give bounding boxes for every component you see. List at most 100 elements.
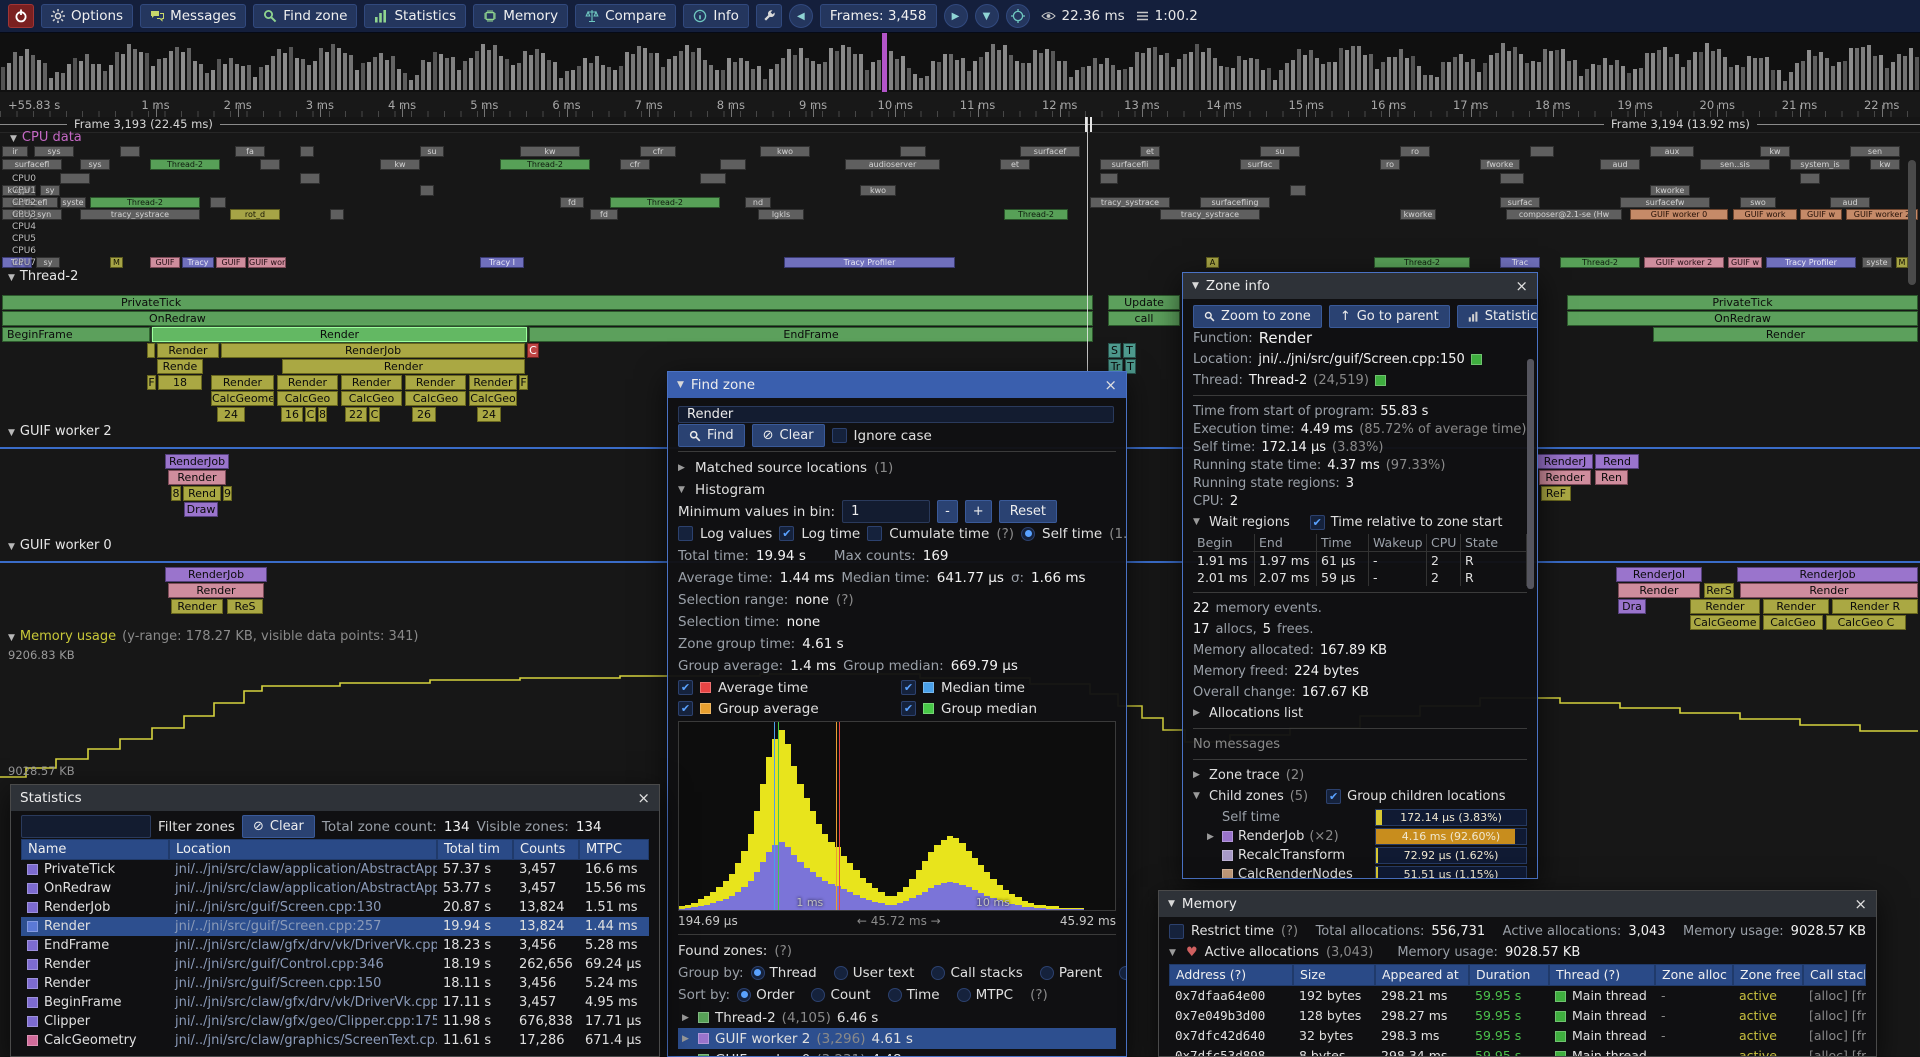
group-by-radio[interactable]	[1040, 966, 1054, 980]
minimap-frame-bar[interactable]	[103, 71, 107, 90]
min-bin-input[interactable]	[842, 500, 930, 523]
frame-label-right[interactable]: Frame 3,194 (13.92 ms)	[1604, 117, 1757, 132]
minimap-frame-bar[interactable]	[1321, 64, 1325, 90]
minimap-frame-bar[interactable]	[823, 62, 827, 90]
timeline-zone-render-r[interactable]: Render R	[1832, 599, 1918, 614]
allocation-address[interactable]: 0x7dfaa64e00	[1169, 986, 1293, 1006]
timeline-zone-update[interactable]: Update	[1108, 295, 1180, 310]
minimap-frame-bar[interactable]	[151, 66, 155, 90]
minimap-frame-bar[interactable]	[457, 70, 461, 90]
minimap-frame-bar[interactable]	[295, 58, 299, 90]
timeline-zone-draw[interactable]: Draw	[184, 502, 218, 517]
timeline-zone-call[interactable]: call	[1108, 311, 1180, 326]
minimap-frame-bar[interactable]	[1021, 63, 1025, 90]
stats-row-name[interactable]: Render	[21, 955, 169, 974]
minimap-frame-bar[interactable]	[1405, 58, 1409, 90]
stats-row-location[interactable]: jni/../jni/src/claw/application/Abstract…	[169, 860, 437, 879]
minimap-frame-bar[interactable]	[1333, 62, 1337, 90]
location-value[interactable]: jni/../jni/src/guif/Screen.cpp:150	[1258, 352, 1464, 367]
zone-statistics-button[interactable]: Statistics	[1457, 305, 1537, 328]
minimap-frame-bar[interactable]	[1879, 55, 1883, 90]
cpu-segment-swo[interactable]: swo	[1740, 197, 1776, 208]
group-by-radio[interactable]	[1119, 966, 1126, 980]
next-frame-button[interactable]: ▶	[944, 4, 968, 28]
minimap-frame-bar[interactable]	[661, 67, 665, 90]
minimap-frame-bar[interactable]	[157, 59, 161, 90]
minimap-frame-bar[interactable]	[1681, 67, 1685, 90]
cpu-segment-syste[interactable]: syste	[60, 197, 86, 208]
timeline-zone-calcgeome[interactable]: CalcGeome	[1690, 615, 1760, 630]
stats-row-name[interactable]: OnRedraw	[21, 879, 169, 898]
timeline-zone-render[interactable]: Render	[168, 470, 226, 485]
restrict-time-checkbox[interactable]	[1169, 924, 1184, 939]
power-button[interactable]	[8, 4, 34, 28]
minimap-frame-bar[interactable]	[1117, 70, 1121, 90]
cpu-segment-sen-sis[interactable]: sen..sis	[1700, 159, 1770, 170]
cpu-segment-aux[interactable]: aux	[1650, 146, 1694, 157]
minimap-frame-bar[interactable]	[1231, 68, 1235, 90]
wait-column-header-wakeup[interactable]: Wakeup	[1369, 534, 1427, 552]
minimap-frame-bar[interactable]	[1375, 69, 1379, 90]
minimap-frame-bar[interactable]	[145, 53, 149, 90]
minimap-frame-bar[interactable]	[703, 60, 707, 90]
cpu-segment-ro[interactable]: ro	[1400, 146, 1430, 157]
minimap-frame-bar[interactable]	[85, 54, 89, 90]
minimap-frame-bar[interactable]	[1015, 61, 1019, 90]
timeline-zone-renderjol[interactable]: RenderJol	[1616, 567, 1702, 582]
minimap-frame-bar[interactable]	[1915, 57, 1919, 90]
cpu-segment-et[interactable]: et	[1000, 159, 1030, 170]
minimap-frame-bar[interactable]	[721, 70, 725, 90]
cpu-segment-kworke[interactable]: kworke	[1650, 185, 1690, 196]
minimap-frame-bar[interactable]	[1261, 70, 1265, 90]
collapse-icon[interactable]: ▼	[8, 633, 15, 643]
timeline-zone-c[interactable]: C	[527, 343, 539, 358]
group-by-option-parent[interactable]: Parent	[1040, 965, 1102, 981]
minimap-frame-bar[interactable]	[1027, 63, 1031, 91]
minimap-frame-bar[interactable]	[43, 63, 47, 90]
minimap-frame-bar[interactable]	[1663, 47, 1667, 90]
minimap-frame-bar[interactable]	[865, 70, 869, 90]
minimap-frame-bar[interactable]	[1813, 56, 1817, 90]
minimap-frame-bar[interactable]	[331, 44, 335, 90]
minimap-frame-bar[interactable]	[73, 58, 77, 90]
cpu-segment-su[interactable]: su	[1260, 146, 1300, 157]
minimap-frame-bar[interactable]	[1831, 66, 1835, 90]
cpu-segment-surfacefling[interactable]: surfacefling	[1200, 197, 1270, 208]
child-zone-self-time[interactable]: Self time172.14 μs (3.83%)	[1193, 808, 1527, 827]
cpu-segment-guif[interactable]: GUIF	[150, 257, 180, 268]
minimap-frame-bar[interactable]	[1765, 57, 1769, 90]
cpu-segment[interactable]	[1100, 173, 1118, 184]
minimap-frame-bar[interactable]	[193, 61, 197, 90]
timeline-zone-onredraw[interactable]: OnRedraw	[2, 311, 1093, 326]
minimap-frame-bar[interactable]	[1387, 57, 1391, 90]
minimap-frame-bar[interactable]	[1459, 54, 1463, 90]
minimap-frame-bar[interactable]	[601, 65, 605, 90]
cpu-segment[interactable]	[300, 173, 320, 184]
minimap-frame-bar[interactable]	[1777, 70, 1781, 90]
minimap-frame-bar[interactable]	[25, 49, 29, 90]
minimap-frame-bar[interactable]	[1177, 59, 1181, 90]
allocation-call-stack[interactable]: [alloc] [free]	[1803, 1046, 1866, 1056]
minimap-frame-bar[interactable]	[1357, 46, 1361, 91]
group-children-checkbox[interactable]: ✔	[1326, 789, 1341, 804]
stats-row-location[interactable]: jni/../jni/src/guif/Screen.cpp:257	[169, 917, 437, 936]
minimap-frame-bar[interactable]	[877, 60, 881, 90]
minimap-frame-bar[interactable]	[493, 45, 497, 90]
minimap-frame-bar[interactable]	[115, 52, 119, 90]
cpu-segment-rot-d[interactable]: rot_d	[230, 209, 280, 220]
cpu-segment-sys[interactable]: sys	[80, 159, 110, 170]
minimap-frame-bar[interactable]	[1465, 62, 1469, 90]
minimap-frame-bar[interactable]	[1123, 69, 1127, 90]
minimap-frame-bar[interactable]	[751, 69, 755, 90]
minimap-frame-bar[interactable]	[745, 61, 749, 90]
cpu-segment-surfacef[interactable]: surfacef	[1020, 146, 1080, 157]
stats-row-name[interactable]: EndFrame	[21, 936, 169, 955]
minimap-frame-bar[interactable]	[1609, 65, 1613, 90]
minimap-frame-bar[interactable]	[1843, 61, 1847, 90]
group-by-option-no-grouping[interactable]: No grouping	[1119, 965, 1126, 981]
minimap-frame-bar[interactable]	[307, 65, 311, 90]
minimap-frame-bar[interactable]	[1129, 67, 1133, 90]
minimap-frame-bar[interactable]	[985, 52, 989, 90]
stats-row-location[interactable]: jni/../jni/src/claw/application/Abstract…	[169, 879, 437, 898]
minimap-frame-bar[interactable]	[1153, 47, 1157, 90]
